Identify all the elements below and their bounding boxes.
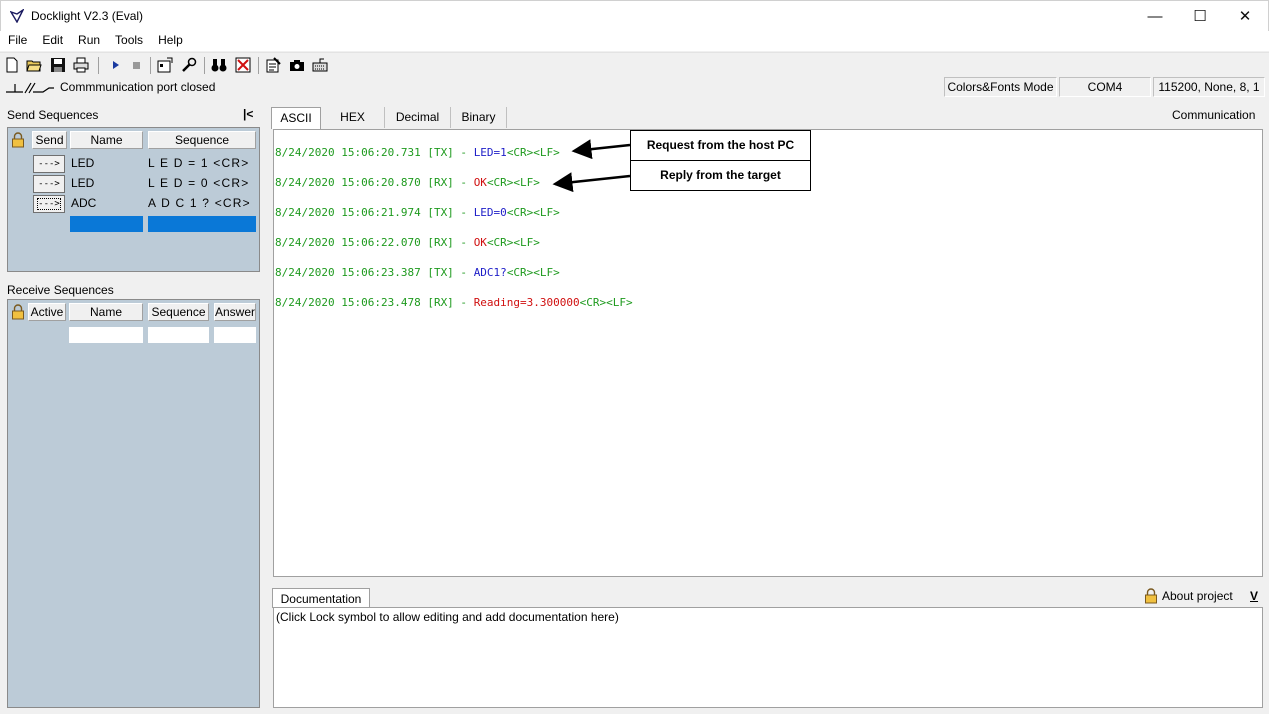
log-line: 8/24/2020 15:06:20.870 [RX] - OK<CR><LF> [275,176,540,189]
project-settings-icon[interactable] [157,57,173,73]
keyboard-icon[interactable] [312,57,328,73]
log-line: 8/24/2020 15:06:21.974 [TX] - LED=0<CR><… [275,206,560,219]
open-folder-icon[interactable] [26,57,42,73]
send-sequences-panel: Send Name Sequence ---> LED L E D = 1 <C… [7,127,260,272]
connection-status: Commmunication port closed [60,80,216,94]
edit-log-icon[interactable] [265,57,281,73]
sequence-name[interactable]: LED [71,176,94,190]
tab-binary[interactable]: Binary [451,107,507,128]
collapse-documentation-button[interactable]: V [1250,589,1258,603]
port-closed-icon [6,82,54,94]
run-icon[interactable] [108,57,124,73]
save-icon[interactable] [50,57,66,73]
menu-help[interactable]: Help [150,31,190,47]
sequence-value[interactable]: L E D = 1 <CR> [148,156,249,170]
docklight-app-icon [10,9,24,23]
title-bar: Docklight V2.3 (Eval) — ☐ ✕ [0,0,1269,31]
colors-fonts-mode-indicator[interactable]: Colors&Fonts Mode [944,77,1057,97]
maximize-button[interactable]: ☐ [1177,1,1223,32]
tab-ascii[interactable]: ASCII [271,107,321,129]
sequence-value[interactable]: A D C 1 ? <CR> [148,196,251,210]
request-callout: Request from the host PC [630,130,811,161]
menu-file[interactable]: File [0,31,34,47]
receive-sequences-panel: Active Name Sequence Answer [7,299,260,708]
print-icon[interactable] [73,57,89,73]
tab-hex[interactable]: HEX [321,107,385,128]
lock-icon[interactable] [1144,588,1158,604]
sequence-value[interactable]: L E D = 0 <CR> [148,176,249,190]
new-receive-answer-cell[interactable] [214,327,256,343]
log-line: 8/24/2020 15:06:23.387 [TX] - ADC1?<CR><… [275,266,560,279]
clear-window-icon[interactable] [235,57,251,73]
pin-panel-button[interactable]: |< [243,107,253,121]
toolbar-separator [258,57,259,74]
menu-bar: File Edit Run Tools Help [0,31,1269,51]
send-sequence-button[interactable]: ---> [33,175,65,193]
status-line: Commmunication port closed Colors&Fonts … [0,77,1269,98]
documentation-text: (Click Lock symbol to allow editing and … [276,610,619,624]
menu-tools[interactable]: Tools [107,31,150,47]
send-sequences-label: Send Sequences [7,108,99,122]
sequence-name[interactable]: ADC [71,196,96,210]
com-port-indicator[interactable]: COM4 [1059,77,1151,97]
lock-icon[interactable] [11,304,25,320]
send-column-header: Send [32,131,67,149]
port-settings-indicator[interactable]: 115200, None, 8, 1 [1153,77,1265,97]
send-sequence-button[interactable]: ---> [33,195,65,213]
tab-documentation[interactable]: Documentation [272,588,370,608]
active-column-header: Active [28,303,66,321]
log-line: 8/24/2020 15:06:20.731 [TX] - LED=1<CR><… [275,146,560,159]
minimize-button[interactable]: — [1132,1,1178,32]
sequence-name[interactable]: LED [71,156,94,170]
communication-label: Communication [1172,108,1256,122]
documentation-area[interactable]: (Click Lock symbol to allow editing and … [273,607,1263,708]
new-file-icon[interactable] [4,57,20,73]
new-sequence-value-cell[interactable] [148,216,256,232]
log-line: 8/24/2020 15:06:23.478 [RX] - Reading=3.… [275,296,633,309]
reply-callout: Reply from the target [630,160,811,191]
toolbar-separator [150,57,151,74]
menu-edit[interactable]: Edit [34,31,70,47]
receive-sequences-label: Receive Sequences [7,283,114,297]
options-wrench-icon[interactable] [181,57,197,73]
answer-column-header: Answer [214,303,256,321]
toolbar-separator [204,57,205,74]
find-binoculars-icon[interactable] [211,57,227,73]
new-sequence-name-cell[interactable] [70,216,143,232]
close-button[interactable]: ✕ [1222,1,1268,32]
tab-decimal[interactable]: Decimal [385,107,451,128]
new-receive-sequence-cell[interactable] [148,327,209,343]
snapshot-camera-icon[interactable] [289,57,305,73]
about-project-label: About project [1162,589,1233,603]
sequence-column-header: Sequence [148,303,209,321]
name-column-header: Name [69,303,143,321]
window-title: Docklight V2.3 (Eval) [31,9,144,23]
menu-run[interactable]: Run [70,31,107,47]
toolbar [0,52,1269,76]
communication-window[interactable]: 8/24/2020 15:06:20.731 [TX] - LED=1<CR><… [273,129,1263,577]
lock-icon[interactable] [11,132,25,148]
name-column-header: Name [70,131,143,149]
toolbar-separator [98,57,99,74]
new-receive-name-cell[interactable] [69,327,143,343]
send-sequence-button[interactable]: ---> [33,155,65,173]
log-line: 8/24/2020 15:06:22.070 [RX] - OK<CR><LF> [275,236,540,249]
stop-icon[interactable] [128,57,144,73]
sequence-column-header: Sequence [148,131,256,149]
